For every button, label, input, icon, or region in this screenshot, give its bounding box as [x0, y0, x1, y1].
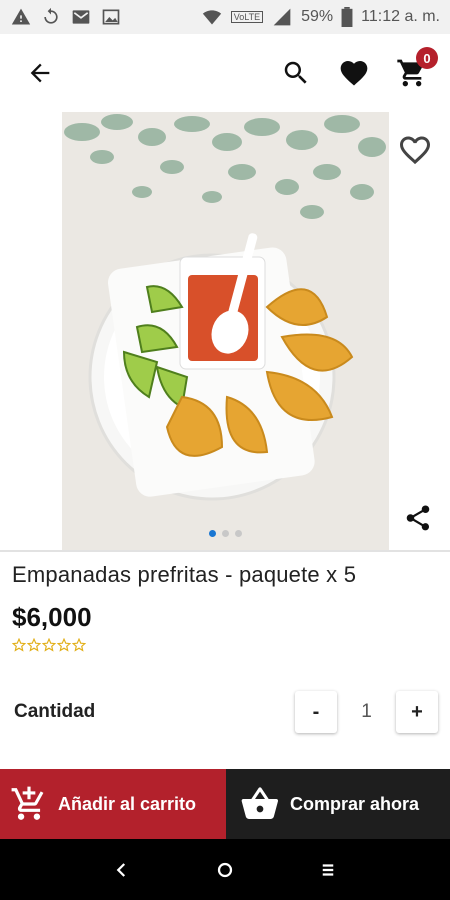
add-to-cart-button[interactable]: Añadir al carrito: [0, 769, 226, 839]
favorite-toggle-button[interactable]: [395, 130, 435, 170]
add-shopping-cart-icon: [11, 786, 44, 820]
recents-icon: [323, 863, 334, 876]
status-bar: VoLTE 59% 11:12 a. m.: [0, 0, 450, 34]
battery-icon: [341, 7, 353, 27]
quantity-label: Cantidad: [14, 701, 96, 722]
decrease-quantity-button[interactable]: -: [295, 691, 337, 733]
cart-count-badge: 0: [416, 47, 438, 69]
nav-back-button[interactable]: [102, 850, 142, 890]
product-detail-screen: VoLTE 59% 11:12 a. m. 0 Empanadas prefri…: [0, 0, 450, 900]
sync-icon: [40, 7, 62, 27]
gallery-pagination: [0, 530, 450, 537]
pagination-dot[interactable]: [234, 530, 242, 537]
divider: [0, 550, 450, 552]
buy-now-button[interactable]: Comprar ahora: [226, 769, 450, 839]
battery-percent: 59%: [301, 8, 334, 25]
pagination-dot[interactable]: [221, 530, 229, 537]
star-outline-icon: [72, 638, 86, 652]
rating-stars: [12, 638, 86, 652]
pagination-dot-active[interactable]: [208, 530, 216, 537]
star-outline-icon: [57, 638, 71, 652]
product-gallery[interactable]: [0, 112, 450, 550]
cart-button[interactable]: 0: [392, 47, 438, 93]
product-price: $6,000: [12, 602, 92, 632]
heart-outline-icon: [400, 136, 430, 165]
empanadas-photo: [62, 112, 389, 550]
volte-badge: VoLTE: [230, 11, 264, 23]
quantity-stepper: - 1 +: [295, 691, 438, 733]
star-outline-icon: [42, 638, 56, 652]
heart-icon: [340, 61, 368, 86]
chevron-left-icon: [116, 862, 125, 877]
product-image[interactable]: [62, 112, 389, 550]
favorites-button[interactable]: [334, 53, 374, 93]
star-outline-icon: [12, 638, 26, 652]
star-outline-icon: [27, 638, 41, 652]
shopping-basket-icon: [241, 787, 278, 819]
app-bar: 0: [0, 34, 450, 112]
wifi-icon: [201, 7, 223, 27]
nav-recents-button[interactable]: [308, 850, 348, 890]
arrow-left-icon: [30, 63, 50, 83]
increase-quantity-button[interactable]: +: [396, 691, 438, 733]
add-to-cart-label: Añadir al carrito: [58, 793, 197, 814]
search-icon: [284, 61, 307, 84]
home-circle-icon: [217, 862, 233, 877]
share-icon: [406, 505, 430, 531]
bottom-action-bar: Añadir al carrito Comprar ahora: [0, 769, 450, 839]
product-title: Empanadas prefritas - paquete x 5: [12, 562, 357, 587]
buy-now-label: Comprar ahora: [290, 793, 420, 814]
gmail-icon: [70, 7, 92, 27]
back-button[interactable]: [18, 51, 62, 95]
nav-home-button[interactable]: [205, 850, 245, 890]
gallery-icon: [100, 7, 122, 27]
signal-icon: [271, 7, 293, 27]
quantity-value: 1: [361, 701, 372, 722]
system-navigation-bar: [0, 839, 450, 900]
clock: 11:12 a. m.: [361, 8, 440, 25]
search-button[interactable]: [276, 53, 316, 93]
warning-icon: [10, 7, 32, 27]
